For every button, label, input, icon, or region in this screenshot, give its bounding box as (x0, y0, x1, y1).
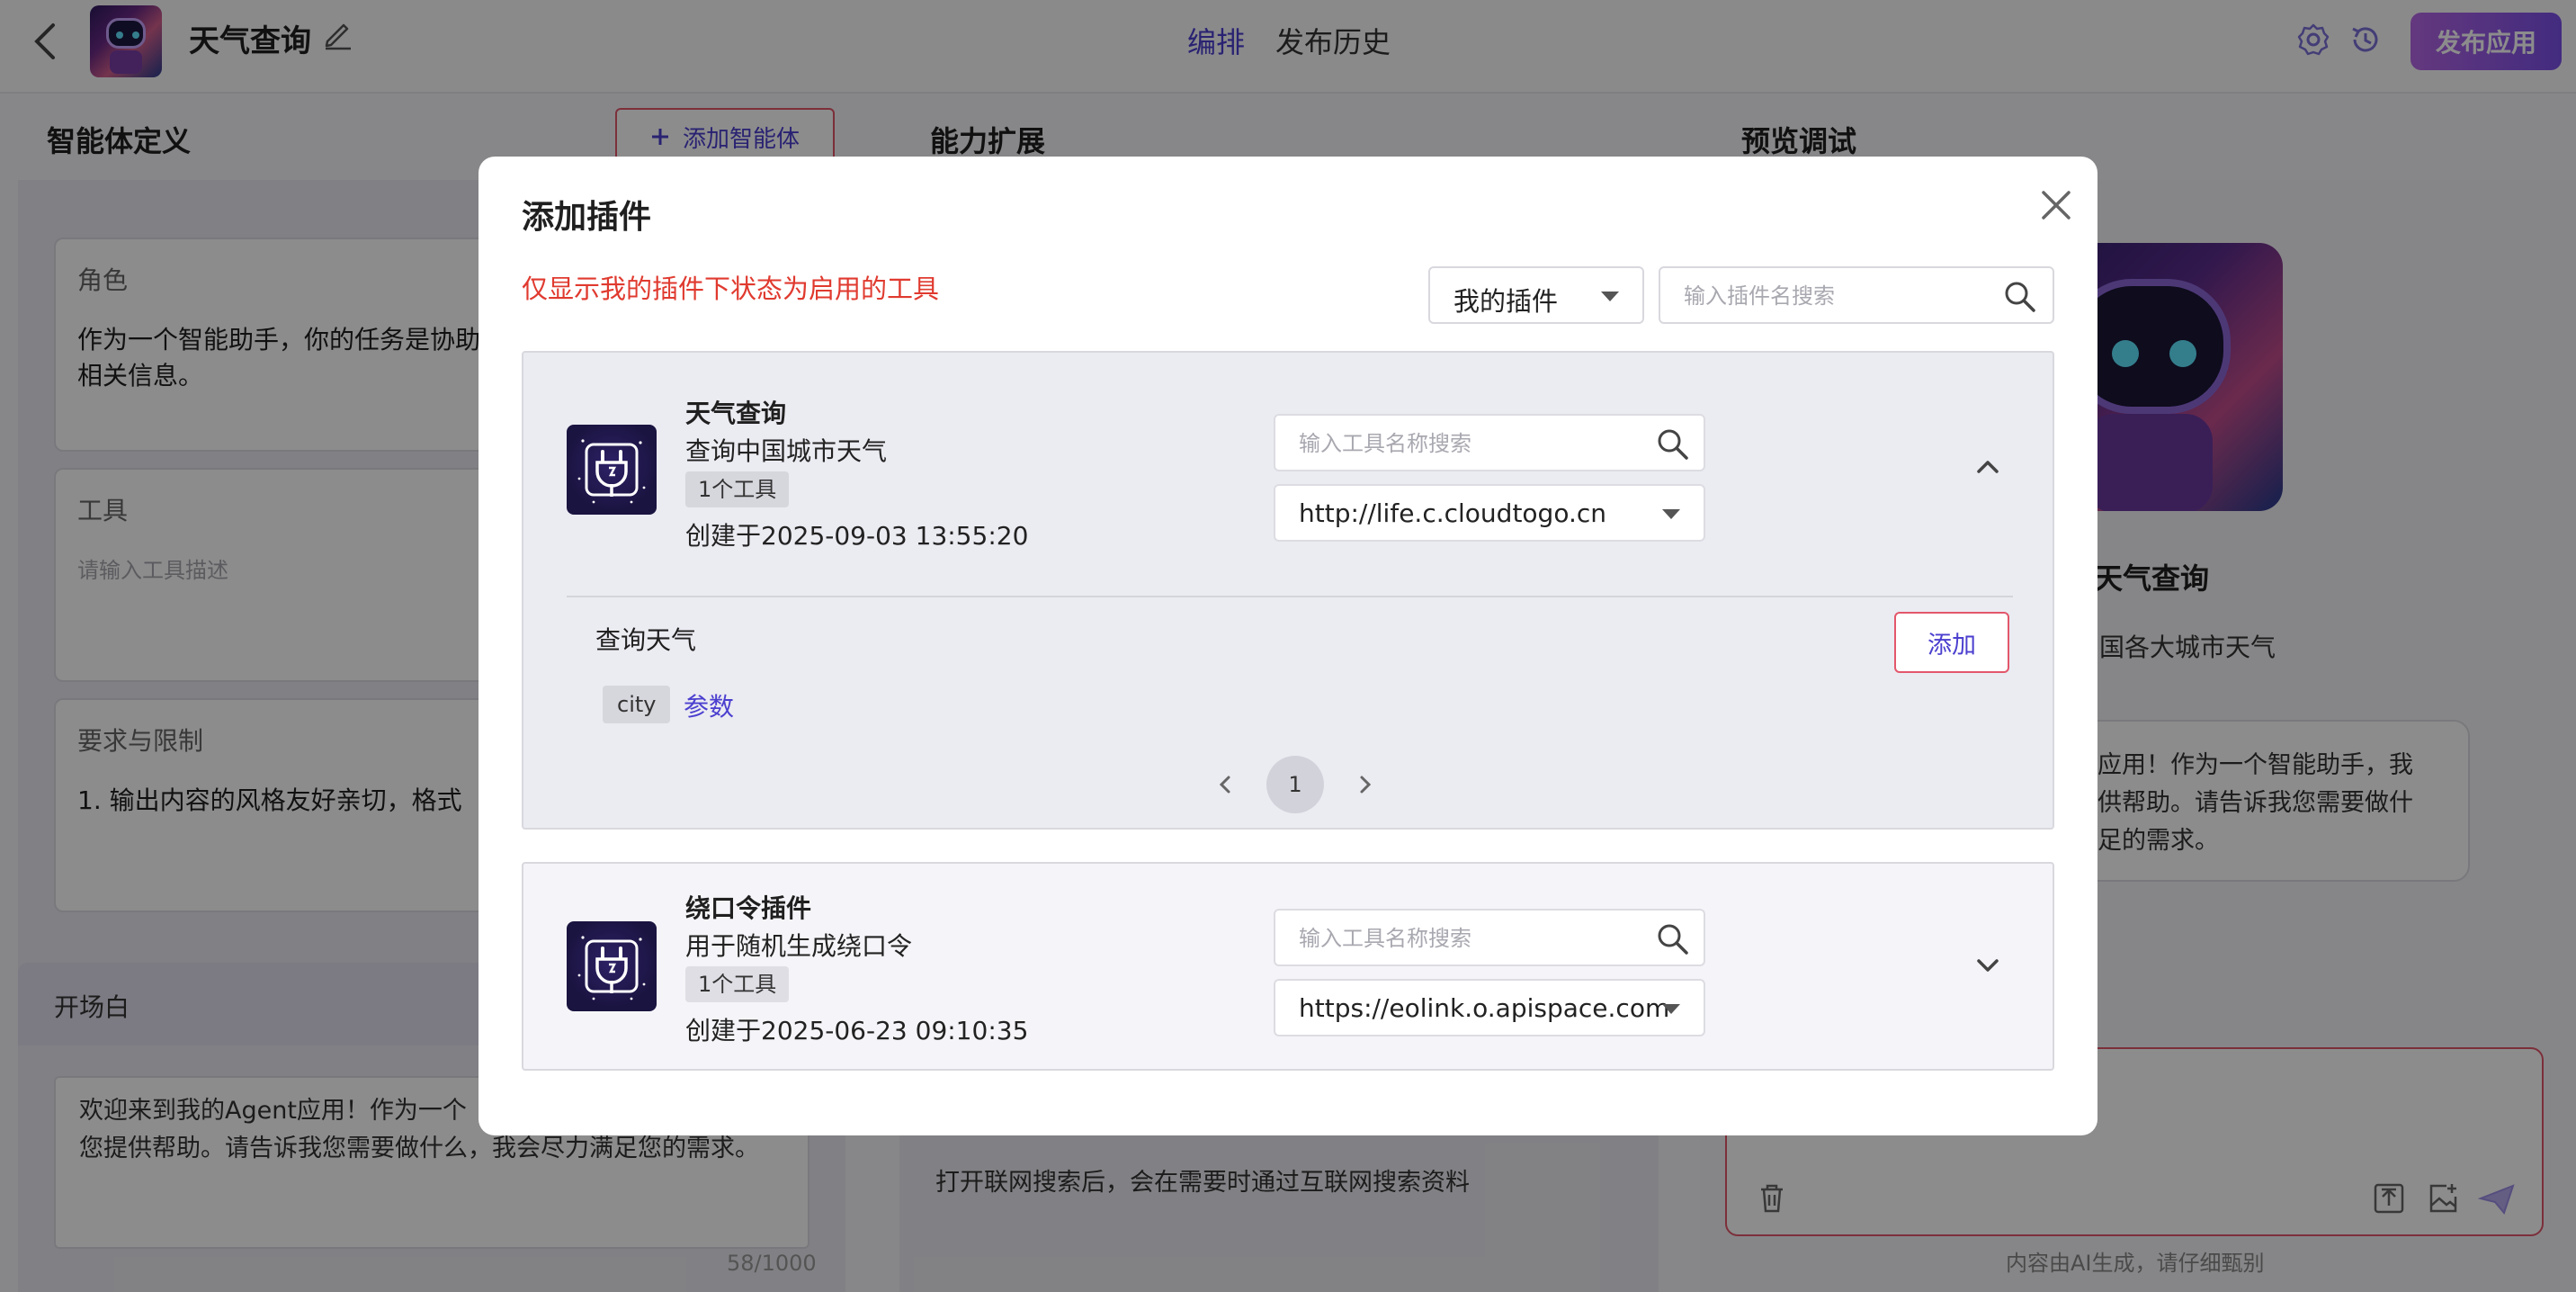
server-url-select[interactable]: https://eolink.o.apispace.com (1274, 979, 1705, 1036)
plugin-icon (567, 425, 657, 515)
server-url-value: http://life.c.cloudtogo.cn (1299, 498, 1607, 528)
search-icon[interactable] (2002, 279, 2038, 315)
caret-down-icon (1601, 292, 1619, 301)
modal-hint: 仅显示我的插件下状态为启用的工具 (522, 274, 940, 304)
pagination: 1 (1207, 756, 1383, 813)
close-icon[interactable] (2035, 184, 2078, 227)
prev-page-icon[interactable] (1207, 767, 1243, 803)
tool-count-badge: 1个工具 (685, 966, 790, 1002)
plugin-filter-select[interactable]: 我的插件 (1428, 266, 1644, 324)
caret-down-icon (1662, 1004, 1680, 1014)
plugin-search (1659, 266, 2054, 324)
plugin-created-date: 创建于2025-09-03 13:55:20 (685, 521, 1029, 551)
plugin-search-input[interactable] (1684, 281, 1990, 311)
tool-search-input[interactable] (1299, 923, 1641, 954)
add-tool-button[interactable]: 添加 (1894, 612, 2009, 673)
params-link[interactable]: 参数 (684, 687, 734, 723)
modal-title: 添加插件 (522, 199, 652, 236)
plugin-created-date: 创建于2025-06-23 09:10:35 (685, 1016, 1029, 1045)
plugin-card-tongue-twister: 绕口令插件 用于随机生成绕口令 1个工具 创建于2025-06-23 09:10… (522, 862, 2054, 1071)
plugin-card-weather: 天气查询 查询中国城市天气 1个工具 创建于2025-09-03 13:55:2… (522, 351, 2054, 830)
tool-search (1274, 414, 1705, 471)
search-icon[interactable] (1655, 921, 1691, 957)
caret-down-icon (1662, 509, 1680, 519)
tool-name: 查询天气 (595, 625, 697, 655)
search-icon[interactable] (1655, 426, 1691, 462)
chevron-up-icon[interactable] (1972, 450, 2004, 482)
plugin-description: 用于随机生成绕口令 (685, 931, 913, 961)
chevron-down-icon[interactable] (1972, 950, 2004, 982)
divider (567, 596, 2013, 597)
plugin-name: 绕口令插件 (685, 893, 812, 923)
server-url-value: https://eolink.o.apispace.com (1299, 993, 1670, 1023)
add-plugin-modal: 添加插件 仅显示我的插件下状态为启用的工具 我的插件 天气查询 查询中国城市天气… (479, 157, 2097, 1135)
param-tag: city (603, 686, 671, 723)
page-number[interactable]: 1 (1266, 756, 1324, 813)
tool-count-badge: 1个工具 (685, 471, 790, 507)
server-url-select[interactable]: http://life.c.cloudtogo.cn (1274, 484, 1705, 542)
tool-search-input[interactable] (1299, 428, 1641, 459)
tool-search (1274, 909, 1705, 966)
next-page-icon[interactable] (1347, 767, 1383, 803)
plugin-filter-value: 我的插件 (1453, 286, 1559, 317)
plugin-description: 查询中国城市天气 (685, 436, 888, 466)
plugin-name: 天气查询 (685, 399, 787, 428)
plugin-icon (567, 921, 657, 1011)
